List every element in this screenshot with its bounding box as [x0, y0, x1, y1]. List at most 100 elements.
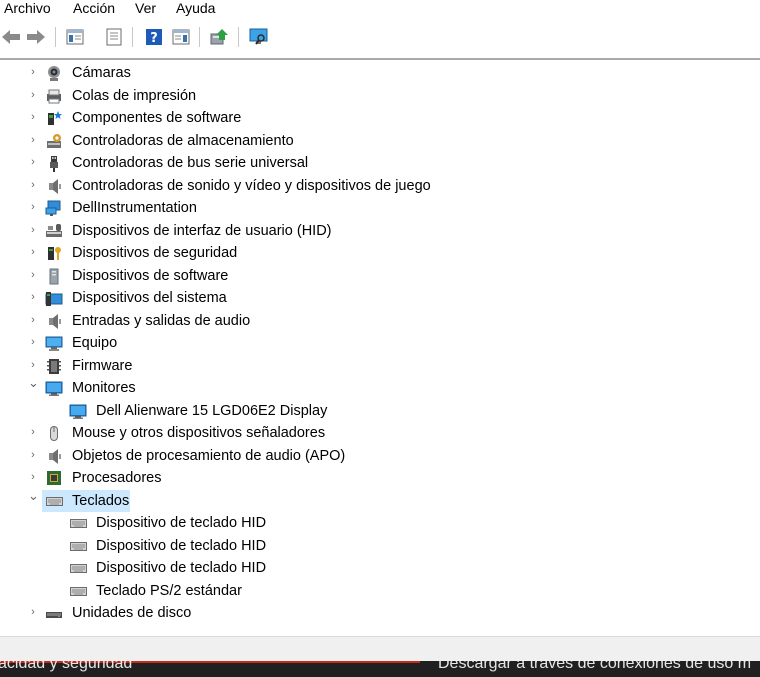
device-tree: › Cámaras › Colas de impresión › Componentes …	[0, 61, 760, 634]
update-driver-icon[interactable]	[208, 26, 230, 48]
chevron-right-icon[interactable]: ›	[28, 269, 38, 281]
chevron-right-icon[interactable]: ›	[28, 471, 38, 483]
tree-category[interactable]: › Mouse y otros dispositivos señaladores	[0, 422, 760, 444]
menu-ver[interactable]: Ver	[135, 0, 156, 17]
tree-category[interactable]: › Controladoras de sonido y vídeo y dispo…	[0, 175, 760, 197]
toolbar-separator	[55, 27, 56, 47]
software-device-icon	[45, 267, 63, 285]
tree-category[interactable]: › Componentes de software	[0, 107, 760, 129]
tree-category[interactable]: › Dispositivos de seguridad	[0, 242, 760, 264]
tree-category[interactable]: › Objetos de procesamiento de audio (APO)	[0, 445, 760, 467]
chevron-down-icon[interactable]: ⌄	[28, 489, 39, 502]
status-bar	[0, 636, 760, 661]
tree-category[interactable]: ⌄ Monitores	[0, 376, 760, 399]
scan-hardware-icon[interactable]	[248, 26, 270, 48]
tree-device[interactable]: Dispositivo de teclado HID	[0, 512, 760, 534]
chevron-right-icon[interactable]: ›	[28, 66, 38, 78]
chevron-right-icon[interactable]: ›	[28, 359, 38, 371]
tree-category[interactable]: › Unidades de disco	[0, 602, 760, 624]
chevron-right-icon[interactable]: ›	[28, 314, 38, 326]
chevron-right-icon[interactable]: ›	[28, 606, 38, 618]
speaker-icon	[45, 177, 63, 195]
tree-item-label: Entradas y salidas de audio	[72, 312, 251, 329]
keyboard-icon	[69, 582, 87, 600]
chevron-right-icon[interactable]: ›	[28, 224, 38, 236]
tree-category[interactable]: › Dispositivos de interfaz de usuario (HI…	[0, 220, 760, 242]
tree-category[interactable]: › Cámaras	[0, 62, 760, 84]
tree-category[interactable]: › Equipo	[0, 332, 760, 354]
chevron-right-icon[interactable]: ›	[28, 89, 38, 101]
chevron-down-icon[interactable]: ⌄	[28, 376, 39, 389]
keyboard-icon	[45, 492, 63, 510]
monitor-icon	[45, 379, 63, 397]
help-icon[interactable]: ?	[143, 26, 165, 48]
menu-bar: Archivo Acción Ver Ayuda	[0, 0, 760, 20]
tree-category[interactable]: › Controladoras de almacenamiento	[0, 130, 760, 152]
tree-item-label: DellInstrumentation	[72, 200, 197, 216]
chevron-right-icon[interactable]: ›	[28, 246, 38, 258]
tree-device[interactable]: Dispositivo de teclado HID	[0, 557, 760, 579]
processor-icon	[45, 469, 63, 487]
tree-category[interactable]: › Colas de impresión	[0, 85, 760, 107]
properties-icon[interactable]	[103, 26, 125, 48]
tree-item-label: Monitores	[72, 380, 136, 396]
tree-item-label: Teclado PS/2 estándar	[96, 582, 242, 599]
tree-item-label: Dispositivos de software	[72, 267, 229, 284]
chevron-right-icon[interactable]: ›	[28, 291, 38, 303]
chevron-right-icon[interactable]: ›	[28, 336, 38, 348]
tree-category[interactable]: › Dispositivos de software	[0, 265, 760, 287]
action-pane-icon[interactable]	[170, 26, 192, 48]
chevron-right-icon[interactable]: ›	[28, 201, 38, 213]
firmware-icon	[45, 357, 63, 375]
tree-item-label: Dispositivos del sistema	[72, 290, 227, 306]
menu-ayuda[interactable]: Ayuda	[176, 0, 215, 17]
chevron-right-icon[interactable]: ›	[28, 134, 38, 146]
keyboard-icon	[69, 537, 87, 555]
background-text-right: Descargar a través de conexiones de uso …	[438, 661, 752, 672]
back-arrow-icon[interactable]	[0, 26, 22, 48]
toolbar-separator	[238, 27, 239, 47]
tree-item-label: Dispositivo de teclado HID	[96, 515, 267, 531]
tree-item-label: Teclados	[72, 492, 130, 509]
tree-category[interactable]: ⌄ Teclados	[0, 489, 760, 512]
tree-item-label: Dell Alienware 15 LGD06E2 Display	[96, 402, 328, 419]
menu-accion[interactable]: Acción	[73, 0, 115, 17]
tree-item-label: Objetos de procesamiento de audio (APO)	[72, 447, 346, 464]
toolbar-divider	[0, 58, 760, 60]
tree-item-label: Dispositivos de seguridad	[72, 245, 238, 261]
mouse-icon	[45, 424, 63, 442]
tree-item-label: Dispositivo de teclado HID	[96, 537, 267, 554]
tree-category[interactable]: › Controladoras de bus serie universal	[0, 152, 760, 174]
forward-arrow-icon[interactable]	[25, 26, 47, 48]
keyboard-icon	[69, 514, 87, 532]
tree-category[interactable]: › DellInstrumentation	[0, 197, 760, 219]
tree-category[interactable]: › Firmware	[0, 355, 760, 377]
camera-icon	[45, 64, 63, 82]
speaker-icon	[45, 447, 63, 465]
tree-item-label: Unidades de disco	[72, 605, 192, 621]
menu-archivo[interactable]: Archivo	[4, 0, 51, 17]
tree-category[interactable]: › Entradas y salidas de audio	[0, 310, 760, 332]
tree-item-label: Controladoras de bus serie universal	[72, 155, 309, 171]
speaker-icon	[45, 312, 63, 330]
tree-device[interactable]: Dispositivo de teclado HID	[0, 535, 760, 557]
chevron-right-icon[interactable]: ›	[28, 426, 38, 438]
tree-item-label: Equipo	[72, 335, 118, 351]
tree-item-label: Procesadores	[72, 470, 162, 486]
chevron-right-icon[interactable]: ›	[28, 449, 38, 461]
monitor-icon	[69, 402, 87, 420]
software-component-icon	[45, 109, 63, 127]
tree-device[interactable]: Teclado PS/2 estándar	[0, 580, 760, 602]
chevron-right-icon[interactable]: ›	[28, 156, 38, 168]
tree-item-label: Dispositivos de interfaz de usuario (HID…	[72, 222, 332, 239]
chevron-right-icon[interactable]: ›	[28, 179, 38, 191]
tree-device[interactable]: Dell Alienware 15 LGD06E2 Display	[0, 400, 760, 422]
network-monitor-icon	[45, 199, 63, 217]
tree-category[interactable]: › Procesadores	[0, 467, 760, 489]
security-key-icon	[45, 244, 63, 262]
tree-category[interactable]: › Dispositivos del sistema	[0, 287, 760, 309]
usb-icon	[45, 154, 63, 172]
chevron-right-icon[interactable]: ›	[28, 111, 38, 123]
show-hide-console-tree-icon[interactable]	[64, 26, 86, 48]
tree-item-label: Controladoras de almacenamiento	[72, 132, 294, 149]
